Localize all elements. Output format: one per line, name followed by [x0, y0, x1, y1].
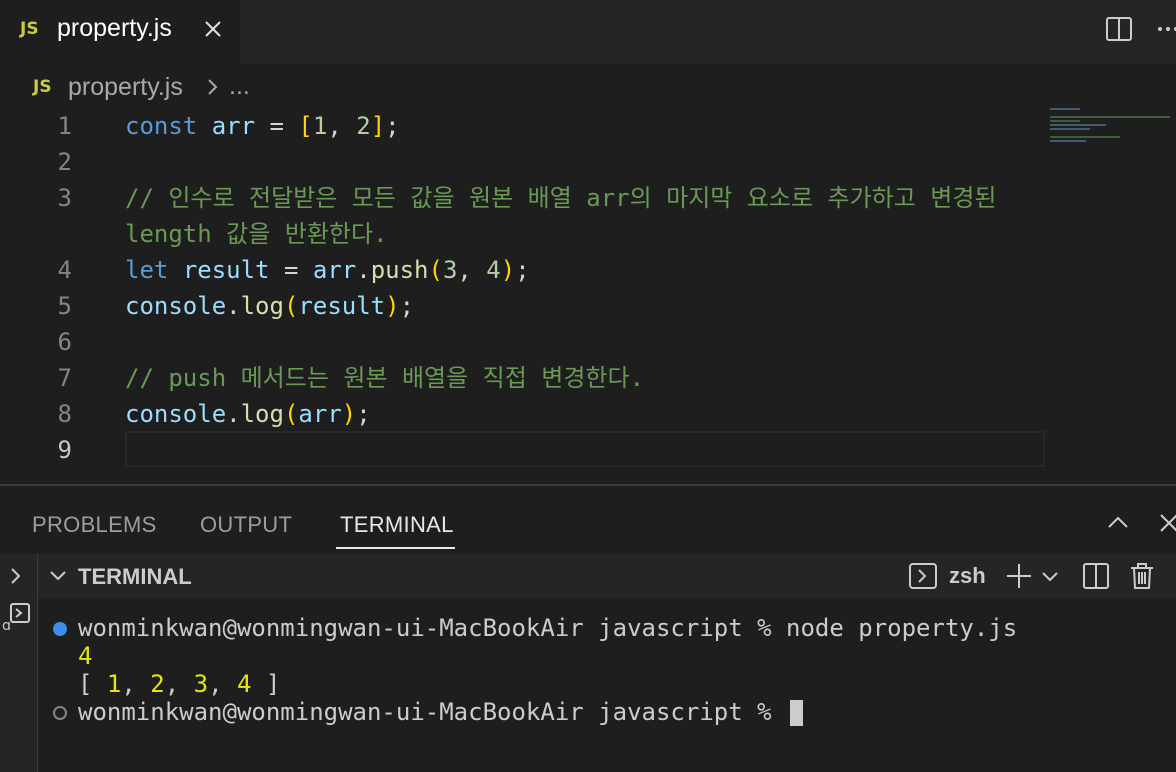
terminal-header: TERMINAL zsh: [38, 554, 1176, 598]
terminal-section-title: TERMINAL: [78, 564, 192, 589]
shell-name[interactable]: zsh: [949, 563, 986, 589]
line-number-active: 9: [57, 436, 72, 464]
command-success-icon[interactable]: [53, 622, 67, 636]
terminal-command-line: wonminkwan@wonmingwan-ui-MacBookAir java…: [78, 614, 1018, 642]
terminal-output-line: 4: [78, 642, 93, 670]
code-comment[interactable]: // 인수로 전달받은 모든 값을 원본 배열 arr의 마지막 요소로 추가하…: [125, 180, 997, 216]
editor-tab-bar: JS property.js: [0, 0, 1176, 64]
code-line[interactable]: const arr = [1, 2];: [125, 108, 400, 144]
tab-problems[interactable]: PROBLEMS: [32, 512, 157, 538]
terminal-sidebar: ɑ: [0, 554, 38, 772]
close-icon[interactable]: [1156, 510, 1176, 536]
code-line[interactable]: console.log(arr);: [125, 396, 371, 432]
chevron-down-icon[interactable]: [1040, 566, 1060, 586]
chevron-right-icon: [208, 79, 218, 95]
js-file-icon: JS: [20, 19, 39, 39]
terminal-output-line: [ 1, 2, 3, 4 ]: [78, 670, 281, 698]
more-actions-icon[interactable]: [1154, 14, 1176, 44]
line-number: 3: [57, 184, 72, 212]
current-line-highlight: [125, 431, 1045, 467]
close-icon[interactable]: [200, 16, 226, 42]
code-line[interactable]: console.log(result);: [125, 288, 414, 324]
trash-icon[interactable]: [1128, 561, 1156, 591]
js-file-icon: JS: [33, 77, 52, 97]
line-number: 5: [57, 292, 72, 320]
tab-terminal[interactable]: TERMINAL: [340, 512, 454, 538]
line-number: 6: [57, 328, 72, 356]
breadcrumb-file[interactable]: property.js: [68, 73, 183, 102]
code-comment[interactable]: // push 메서드는 원본 배열을 직접 변경한다.: [125, 360, 644, 396]
chevron-down-icon[interactable]: [48, 566, 68, 586]
tab-property-js[interactable]: JS property.js: [0, 0, 240, 64]
code-editor[interactable]: 1 2 3 4 5 6 7 8 9 const arr = [1, 2]; //…: [0, 108, 1176, 484]
breadcrumb-symbol[interactable]: ...: [229, 72, 250, 101]
breadcrumb: JS property.js ...: [0, 64, 1176, 110]
chevron-up-icon[interactable]: [1105, 510, 1131, 536]
split-terminal-icon[interactable]: [1081, 561, 1111, 591]
split-editor-icon[interactable]: [1104, 14, 1134, 44]
svg-text:ɑ: ɑ: [2, 618, 11, 632]
line-number: 7: [57, 364, 72, 392]
chevron-right-icon[interactable]: [6, 564, 26, 588]
code-comment-wrap[interactable]: length 값을 반환한다.: [125, 216, 388, 252]
line-number: 8: [57, 400, 72, 428]
tab-title: property.js: [57, 14, 172, 42]
line-number: 1: [57, 112, 72, 140]
code-line[interactable]: let result = arr.push(3, 4);: [125, 252, 530, 288]
tab-output[interactable]: OUTPUT: [200, 512, 292, 538]
active-tab-indicator: [336, 547, 455, 549]
minimap[interactable]: [1050, 108, 1176, 168]
bottom-panel: PROBLEMS OUTPUT TERMINAL ɑ TERMINAL zsh: [0, 484, 1176, 772]
terminal-cursor: [790, 700, 804, 726]
terminal-output[interactable]: wonminkwan@wonmingwan-ui-MacBookAir java…: [38, 612, 1176, 772]
line-number: 2: [57, 148, 72, 176]
command-pending-icon[interactable]: [53, 706, 67, 720]
plus-icon[interactable]: [1004, 561, 1034, 591]
line-number: 4: [57, 256, 72, 284]
terminal-shell-icon[interactable]: ɑ: [2, 602, 32, 632]
terminal-shell-icon[interactable]: [908, 561, 938, 591]
terminal-prompt-line[interactable]: wonminkwan@wonmingwan-ui-MacBookAir java…: [78, 698, 804, 726]
